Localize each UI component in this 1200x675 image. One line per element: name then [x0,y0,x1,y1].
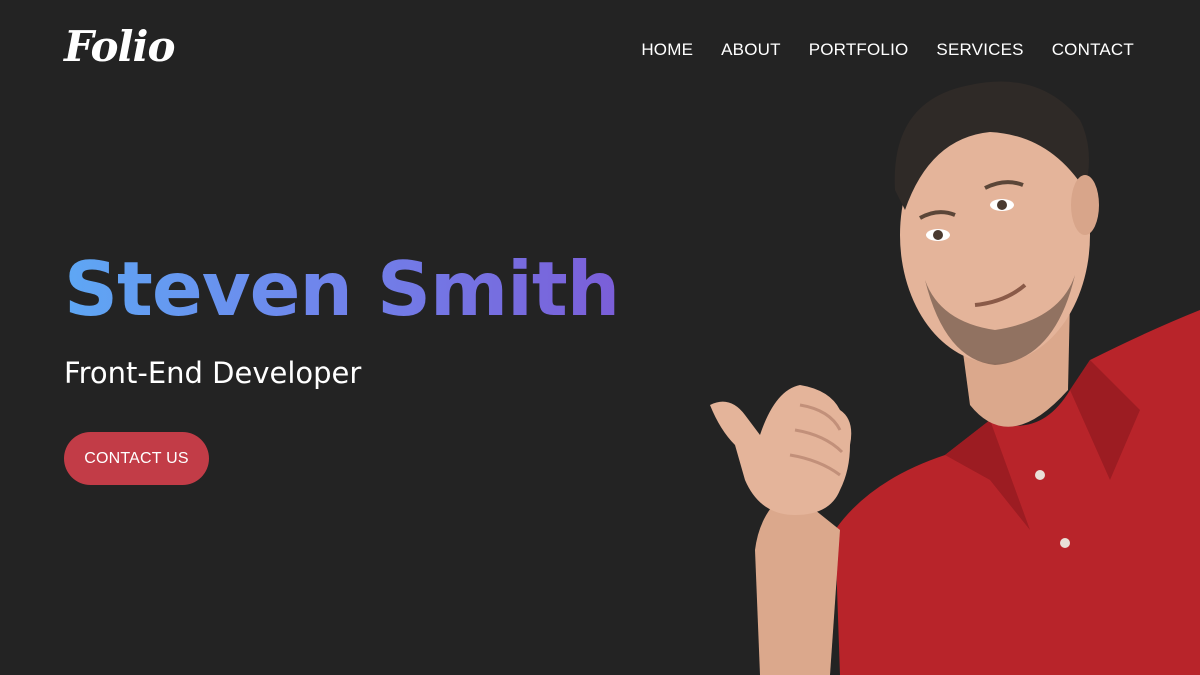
nav-link-home[interactable]: HOME [641,40,693,60]
nav-link-about[interactable]: ABOUT [721,40,781,60]
main-nav: HOME ABOUT PORTFOLIO SERVICES CONTACT [641,40,1134,60]
nav-link-contact[interactable]: CONTACT [1052,40,1134,60]
nav-link-services[interactable]: SERVICES [936,40,1023,60]
contact-us-button[interactable]: CONTACT US [64,432,209,485]
hero-role: Front-End Developer [64,356,362,390]
thumbs-up-hand [710,385,852,515]
developer-portrait-image [710,81,1200,675]
hero-name: Steven Smith [64,245,620,333]
nav-link-portfolio[interactable]: PORTFOLIO [809,40,909,60]
arm [755,490,840,675]
site-logo[interactable]: Folio [64,22,175,71]
